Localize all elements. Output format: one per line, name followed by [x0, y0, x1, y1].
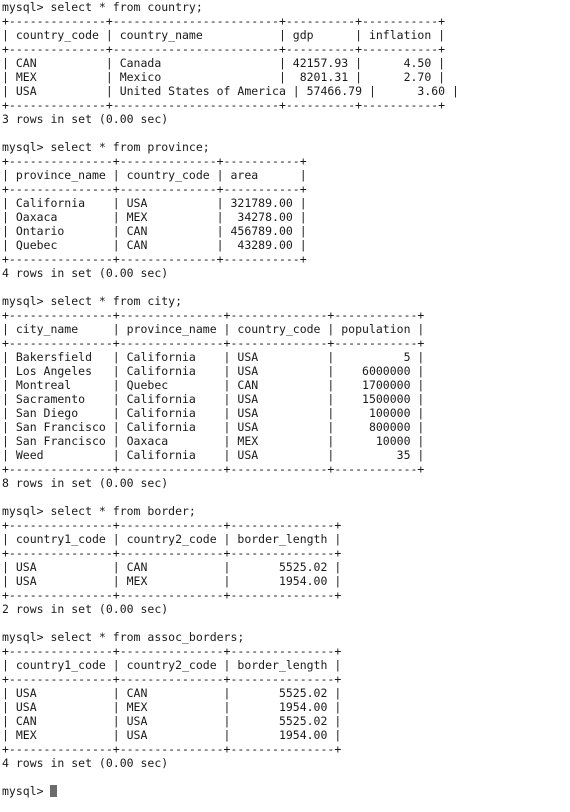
output-line: | San Francisco | California | USA | 800… [2, 420, 425, 434]
output-line: +---------------+---------------+-------… [2, 518, 342, 532]
terminal-window[interactable]: mysql> select * from country; +----------… [0, 0, 570, 812]
output-line: +---------------+---------------+-------… [2, 308, 425, 322]
output-line: | Ontario | CAN | 456789.00 | [2, 224, 307, 238]
output-line: | USA | CAN | 5525.02 | [2, 560, 342, 574]
output-line: | Sacramento | California | USA | 150000… [2, 392, 425, 406]
output-line: 4 rows in set (0.00 sec) [2, 266, 169, 280]
output-line: | province_name | country_code | area | [2, 168, 307, 182]
output-line: | country1_code | country2_code | border… [2, 532, 342, 546]
prompt-line: mysql> select * from province; [2, 140, 210, 154]
output-line: | CAN | Canada | 42157.93 | 4.50 | [2, 56, 446, 70]
output-line: | country1_code | country2_code | border… [2, 658, 342, 672]
output-line: +---------------+---------------+-------… [2, 336, 425, 350]
output-line: | San Francisco | Oaxaca | MEX | 10000 | [2, 434, 425, 448]
output-line: | USA | United States of America | 57466… [2, 84, 459, 98]
output-line: +---------------+---------------+-------… [2, 644, 342, 658]
output-line: +---------------+--------------+--------… [2, 252, 307, 266]
terminal-output: mysql> select * from country; +----------… [2, 0, 570, 798]
output-line: +---------------+---------------+-------… [2, 672, 342, 686]
output-line: +--------------+------------------------… [2, 14, 446, 28]
prompt-line: mysql> select * from assoc_borders; [2, 630, 245, 644]
output-line: 4 rows in set (0.00 sec) [2, 756, 169, 770]
output-line: +---------------+---------------+-------… [2, 546, 342, 560]
output-line: | Montreal | Quebec | CAN | 1700000 | [2, 378, 425, 392]
output-line: | country_code | country_name | gdp | in… [2, 28, 446, 42]
output-line: 2 rows in set (0.00 sec) [2, 602, 169, 616]
output-line: | California | USA | 321789.00 | [2, 196, 307, 210]
output-line: | USA | CAN | 5525.02 | [2, 686, 342, 700]
output-line: | city_name | province_name | country_co… [2, 322, 425, 336]
prompt-line: mysql> select * from border; [2, 504, 196, 518]
output-line: | Quebec | CAN | 43289.00 | [2, 238, 307, 252]
prompt-line: mysql> select * from city; [2, 294, 183, 308]
output-line: | CAN | USA | 5525.02 | [2, 714, 342, 728]
output-line: | MEX | Mexico | 8201.31 | 2.70 | [2, 70, 446, 84]
output-line: | Weed | California | USA | 35 | [2, 448, 425, 462]
prompt-line: mysql> select * from country; [2, 0, 203, 14]
output-line: +--------------+------------------------… [2, 42, 446, 56]
output-line: +---------------+---------------+-------… [2, 588, 342, 602]
output-line: | USA | MEX | 1954.00 | [2, 574, 342, 588]
output-line: | Oaxaca | MEX | 34278.00 | [2, 210, 307, 224]
output-line: +--------------+------------------------… [2, 98, 446, 112]
output-line: +---------------+---------------+-------… [2, 742, 342, 756]
output-line: 8 rows in set (0.00 sec) [2, 476, 169, 490]
output-line: | Los Angeles | California | USA | 60000… [2, 364, 425, 378]
output-line: | MEX | USA | 1954.00 | [2, 728, 342, 742]
output-line: +---------------+---------------+-------… [2, 462, 425, 476]
output-line: | USA | MEX | 1954.00 | [2, 700, 342, 714]
output-line: +---------------+--------------+--------… [2, 182, 307, 196]
cursor [50, 785, 58, 797]
output-line: 3 rows in set (0.00 sec) [2, 112, 169, 126]
prompt-line: mysql> [2, 784, 570, 798]
output-line: | Bakersfield | California | USA | 5 | [2, 350, 425, 364]
output-line: +---------------+--------------+--------… [2, 154, 307, 168]
output-line: | San Diego | California | USA | 100000 … [2, 406, 425, 420]
